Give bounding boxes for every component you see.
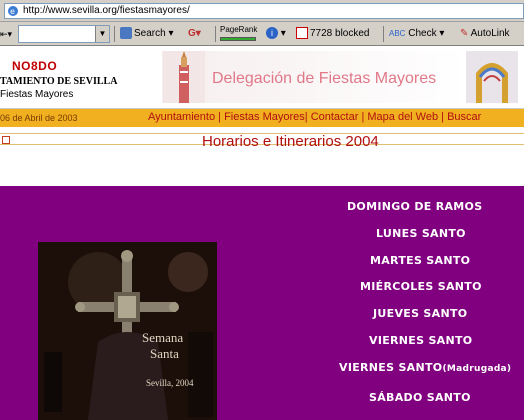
site-search-icon[interactable]: G▾ [188,27,201,41]
pagerank-indicator: PageRank [220,25,257,41]
nav-link-contactar[interactable]: Contactar [311,111,359,123]
spellcheck-icon: ABC [389,29,406,38]
nav-link-buscar[interactable]: Buscar [447,111,481,123]
search-combo[interactable]: ▼ [18,25,110,43]
arch-image [466,51,518,103]
day-link-miercoles-santo[interactable]: MIÉRCOLES SANTO [360,280,482,293]
site-header: NO8DO TAMIENTO DE SEVILLA Fiestas Mayore… [0,47,524,109]
day-link-viernes-santo[interactable]: VIERNES SANTO [369,334,472,347]
search-icon [120,27,132,40]
bullet-square-icon [2,136,10,144]
chevron-down-icon[interactable]: ▼ [95,26,109,42]
page-title: Horarios e Itinerarios 2004 [202,133,379,150]
no8do-logo[interactable]: NO8DO [12,59,57,73]
toolbar-left-arrow-icon[interactable]: ⇤▾ [0,27,12,41]
nav-link-fiestas-mayores[interactable]: Fiestas Mayores [224,111,305,123]
popup-blocked-icon [296,27,308,40]
nav-links: Ayuntamiento | Fiestas Mayores| Contacta… [148,111,482,123]
google-toolbar: ⇤▾ ▼ Search ▾ G▾ PageRank i ▾ 7728 block… [0,22,524,46]
svg-text:e: e [10,7,15,16]
banner-title: Delegación de Fiestas Mayores [212,70,437,87]
autolink-button[interactable]: ✎ AutoLink [460,27,510,41]
day-link-jueves-santo[interactable]: JUEVES SANTO [373,307,467,320]
autolink-icon: ✎ [460,28,469,39]
url-field[interactable]: e http://www.sevilla.org/fiestasmayores/ [4,3,524,19]
title-bar: Horarios e Itinerarios 2004 [0,127,524,153]
info-icon[interactable]: i ▾ [266,27,286,41]
day-link-sabado-santo[interactable]: SÁBADO SANTO [369,391,471,404]
nav-bar: 06 de Abril de 2003 Ayuntamiento | Fiest… [0,109,524,127]
ayuntamiento-name: TAMIENTO DE SEVILLA [0,76,118,87]
spellcheck-button[interactable]: ABC Check ▾ [389,27,444,41]
day-link-domingo-ramos[interactable]: DOMINGO DE RAMOS [347,200,482,213]
cross-illustration [38,242,217,420]
photo-caption-semana: Semana [142,330,184,345]
nav-link-mapa-web[interactable]: Mapa del Web [367,111,438,123]
address-bar: e http://www.sevilla.org/fiestasmayores/ [0,0,524,22]
day-link-lunes-santo[interactable]: LUNES SANTO [376,227,466,240]
search-button[interactable]: Search ▾ [120,27,174,41]
day-link-viernes-santo-madrugada[interactable]: VIERNES SANTO(Madrugada) [339,361,511,374]
photo-caption-year: Sevilla, 2004 [146,378,194,388]
current-date: 06 de Abril de 2003 [0,113,78,123]
department-name: Fiestas Mayores [0,89,74,100]
nav-link-ayuntamiento[interactable]: Ayuntamiento [148,111,215,123]
ie-page-icon: e [8,6,18,16]
popup-blocker-button[interactable]: 7728 blocked [296,27,370,41]
photo-caption-santa: Santa [150,346,179,361]
day-link-martes-santo[interactable]: MARTES SANTO [370,254,470,267]
giralda-tower-image [163,51,205,103]
semana-santa-photo: Semana Santa Sevilla, 2004 [38,242,217,420]
url-text: http://www.sevilla.org/fiestasmayores/ [23,5,190,16]
